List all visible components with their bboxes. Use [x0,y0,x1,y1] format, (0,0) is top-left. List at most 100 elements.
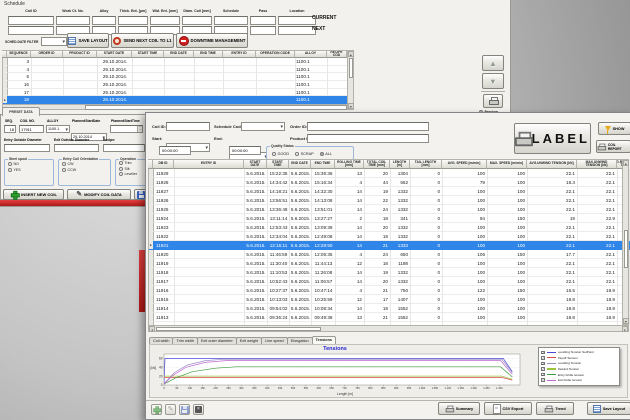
tab-exit-weight[interactable]: Exit weight [236,337,262,344]
quality-radio-scrap[interactable]: SCRAP [295,152,314,156]
delete-record-button[interactable]: × [193,404,204,415]
save-layout-button[interactable]: SAVE LAYOUT [67,33,109,48]
table-row[interactable]: 429.10.2014.1100.1 [3,66,348,74]
schedule-code-dropdown[interactable] [241,122,285,131]
downtime-management-button[interactable]: DOWNTIME MANAGEMENT [176,33,248,48]
coil-report-button[interactable]: COIL REPORT [596,140,630,153]
column-header[interactable]: DB ID [153,159,174,169]
column-header[interactable]: PRODUCT ID [63,50,97,58]
save-record-button[interactable] [179,404,190,415]
quality-radio-good[interactable]: GOOD [272,152,289,156]
column-header[interactable]: END DATE [164,50,194,58]
coil-table-v-scrollbar[interactable]: ▲ ▼ [622,159,629,325]
column-header[interactable]: OPERATION CODE [256,50,295,58]
column-header[interactable]: START DATE [244,159,267,169]
table-row[interactable]: 529.10.2014.1100.1 [3,73,348,81]
column-header[interactable]: ROLLING TIME [min] [335,159,364,169]
coil-table-h-scrollbar[interactable]: ◂ ▸ [148,325,629,332]
table-row[interactable]: 119255.6.2015.13:36:485.6.2015.13:51:011… [149,205,630,214]
legend-checkbox[interactable]: ✓ [541,362,545,366]
trend-button[interactable]: Trend [536,402,574,415]
coil-info-current-field[interactable] [182,16,212,25]
column-header[interactable]: ORDER ID [31,50,63,58]
coil-info-current-field[interactable] [92,16,116,25]
send-next-coil-button[interactable]: SEND NEXT COIL TO L1 [111,33,174,48]
column-header[interactable]: AVG. SPEED [m/min] [442,159,487,169]
table-row[interactable]: 119175.6.2015.10:52:435.6.2015.11:06:571… [149,277,630,286]
radio-option-slit[interactable]: Slit [119,167,146,171]
exit-od-field[interactable] [54,144,99,152]
radio-option-trim[interactable]: Trim [119,161,146,165]
label-button[interactable]: LABEL [514,123,591,154]
column-header[interactable]: END TIME [194,50,223,58]
legend-checkbox[interactable]: ✓ [541,373,545,377]
insert-new-coil-button[interactable]: INSERT NEW COIL [3,189,64,200]
radio-option-leveller[interactable]: Leveller [119,172,146,176]
table-row[interactable]: 119185.6.2015.11:10:535.6.2015.11:26:081… [149,268,630,277]
radio-option-no[interactable]: NO [8,162,53,166]
product-id-input[interactable] [307,134,429,143]
coil-info-current-field[interactable] [118,16,148,25]
coil-info-next-field[interactable] [278,26,316,35]
table-row[interactable]: 119275.6.2015.14:18:215.6.2015.14:32:301… [149,187,630,196]
legend-checkbox[interactable]: ✓ [541,356,545,360]
table-row[interactable]: 329.10.2014.1100.1 [3,58,348,66]
coil-no-field[interactable]: 17911 [19,125,44,133]
preset-data-tab[interactable]: PRESET DATA [2,107,40,116]
column-header[interactable]: ENTRY ID [223,50,256,58]
table-row[interactable]: 1629.10.2014.1100.1 [3,81,348,89]
column-header[interactable]: ENTRY ID [174,159,244,169]
quality-radio-all[interactable]: ALL [320,152,332,156]
column-header[interactable]: START TIME [132,50,164,58]
radio-option-yes[interactable]: YES [8,168,53,172]
legend-checkbox[interactable]: ✓ [541,351,545,355]
table-row[interactable]: 119265.6.2015.13:56:515.6.2015.14:13:081… [149,196,630,205]
legend-checkbox[interactable]: ✓ [541,378,545,382]
seq-field[interactable]: 18 [4,125,16,133]
coil-id-input[interactable] [166,122,210,131]
column-header[interactable]: LENGTH [m] [390,159,410,169]
modify-coil-data-button[interactable]: ✎ MODIFY COIL DATA [67,189,131,200]
planned-start-time-field[interactable]: ▴▾ [110,125,143,133]
table-row[interactable]: 119295.6.2015.15:22:355.6.2015.15:36:361… [149,169,630,178]
table-row[interactable]: 119225.6.2015.12:34:045.6.2015.12:49:081… [149,232,630,241]
column-header[interactable]: START DATE [97,50,132,58]
csv-export-button[interactable]: CSV Export [484,402,532,415]
column-header[interactable]: TOTAL COIL TIME [min] [364,159,390,169]
tab-elongation[interactable]: Elongation [287,337,313,344]
table-row[interactable]: ▸119215.6.2015.12:15:115.6.2015.12:29:50… [149,241,630,250]
tab-line-speed[interactable]: Line speed [261,337,288,344]
coil-info-next-field[interactable] [250,26,276,35]
move-down-button[interactable]: ▼ [482,73,504,89]
coil-info-current-field[interactable] [56,16,90,25]
radio-option-ccw[interactable]: CCW [62,168,110,172]
schedule-h-scrollbar[interactable] [2,104,347,110]
table-row[interactable]: 119155.6.2015.10:13:035.6.2015.10:25:591… [149,295,630,304]
start-time-spinner[interactable]: 00:00:00 [159,146,191,155]
table-row[interactable]: 119235.6.2015.12:53:435.6.2015.13:09:391… [149,223,630,232]
show-button[interactable]: SHOW [598,122,630,135]
coil-info-current-field[interactable] [8,16,54,25]
column-header[interactable]: START TIME [267,159,289,169]
tab-coil-width[interactable]: Coil width [149,337,173,344]
sched-date-filter-dropdown[interactable] [41,37,67,46]
column-header[interactable]: SEQUENCE [7,50,31,58]
coil-info-current-field[interactable] [278,16,316,25]
column-header[interactable]: TAIL LENGTH [mm] [410,159,442,169]
add-record-button[interactable] [151,404,162,415]
table-row[interactable]: 119245.6.2015.13:11:145.6.2015.13:27:272… [149,214,630,223]
tab-tensions[interactable]: Tensions [312,336,336,344]
table-row[interactable]: 119285.6.2015.14:34:425.6.2015.15:16:344… [149,178,630,187]
save-layout-button[interactable]: Save Layout [587,402,630,415]
print-button[interactable] [483,94,503,108]
schedule-v-scrollbar[interactable]: ▲ ▼ [347,50,354,110]
move-up-button[interactable]: ▲ [482,55,504,71]
coil-info-current-field[interactable] [150,16,180,25]
column-header[interactable]: RECIPE COD [327,50,347,58]
order-id-input[interactable] [307,122,429,131]
table-row[interactable]: 119145.6.2015.09:54:025.6.2015.10:08:341… [149,304,630,313]
table-row[interactable]: 119165.6.2015.10:27:375.6.2015.10:47:144… [149,286,630,295]
recipe-field[interactable] [103,144,145,152]
coil-info-current-field[interactable] [214,16,248,25]
end-time-spinner[interactable]: 00:00:00 [229,146,261,155]
